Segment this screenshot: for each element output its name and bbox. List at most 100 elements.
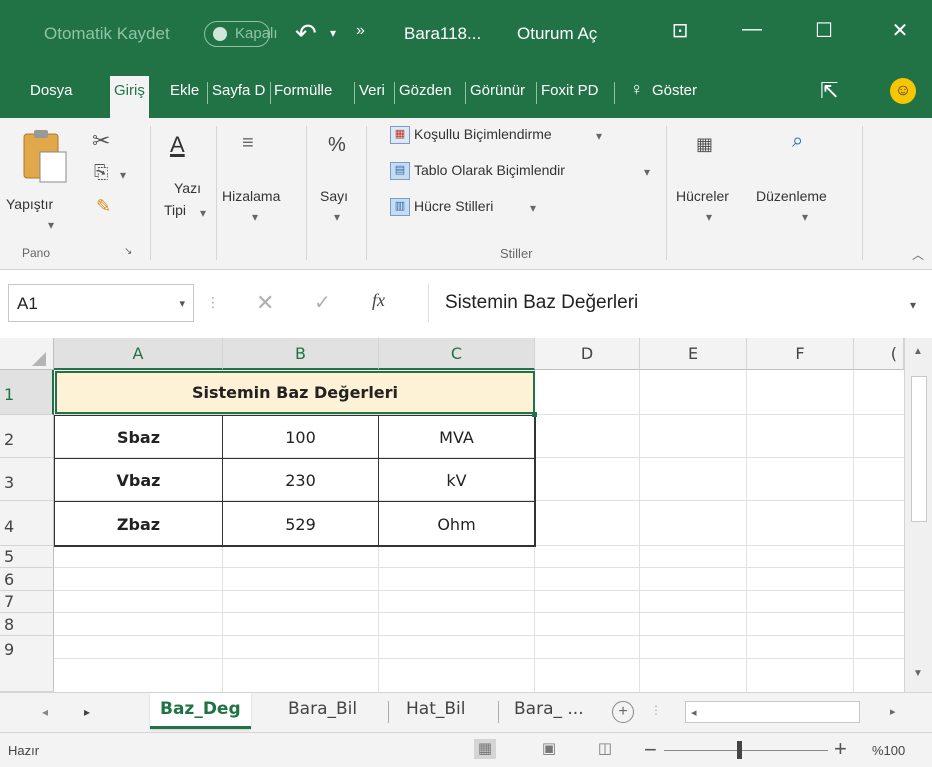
formula-bar-resize-handle[interactable]: ⋮ [206,294,220,311]
sheet-tab-bara-bil[interactable]: Bara_Bil [278,693,367,729]
feedback-smiley-icon[interactable]: ☺ [890,78,916,104]
zoom-slider-thumb[interactable] [737,741,742,759]
tab-dosya[interactable]: Dosya [30,82,73,99]
autosave-toggle[interactable]: Kapalı [204,21,278,47]
vertical-scrollbar[interactable]: ▲ ▼ [904,338,932,692]
merged-title-cell[interactable]: Sistemin Baz Değerleri [55,371,535,414]
zoom-level[interactable]: %100 [872,743,905,758]
tab-ekle[interactable]: Ekle [170,82,204,99]
fill-handle[interactable] [532,412,537,417]
sheet-tab-baz-deg[interactable]: Baz_Deg [150,693,251,729]
paste-dropdown-icon: ▾ [48,218,55,232]
column-header-b[interactable]: B [223,338,379,370]
sheet-separator [388,701,389,723]
format-painter-icon[interactable]: ✎ [96,196,111,217]
tab-formuller[interactable]: Formülle [274,82,352,99]
expand-formula-bar-icon[interactable]: ▾ [910,298,916,312]
row-header-3[interactable]: 3 [0,458,54,501]
row-header-1[interactable]: 1 [0,370,54,415]
confirm-entry-icon[interactable]: ✓ [314,290,331,315]
tab-split-handle[interactable]: ⋮ [650,703,662,717]
name-box-dropdown-icon[interactable]: ▾ [179,297,185,310]
conditional-formatting-icon: ▦ [390,126,410,144]
column-header-g[interactable]: ( [854,338,904,370]
row-header-5[interactable]: 5 [0,546,54,568]
copy-dropdown-icon[interactable]: ▾ [120,168,126,182]
cell-b3[interactable]: 230 [223,471,378,490]
table-border [54,415,536,416]
tab-giris[interactable]: Giriş [110,76,149,118]
column-header-e[interactable]: E [640,338,747,370]
row-header-9[interactable]: 9 [0,636,54,692]
copy-icon[interactable]: ⎘ [94,162,108,183]
collapse-ribbon-icon[interactable]: ︿ [912,246,924,263]
cell-c3[interactable]: kV [379,471,534,490]
tab-separator [270,82,271,104]
undo-icon[interactable]: ↶ [295,18,317,49]
gridline [746,370,747,692]
sheet-tab-bara-more[interactable]: Bara_ ... [504,693,594,729]
row-header-2[interactable]: 2 [0,415,54,458]
cell-a3[interactable]: Vbaz [55,471,222,490]
sheet-tab-hat-bil[interactable]: Hat_Bil [396,693,475,729]
scroll-right-icon[interactable]: ▸ [890,705,896,718]
cancel-entry-icon[interactable]: ✕ [256,290,274,316]
column-header-d[interactable]: D [535,338,640,370]
tab-separator [207,82,208,104]
cell-b2[interactable]: 100 [223,428,378,447]
autosave-label: Otomatik Kaydet [44,24,170,43]
scroll-down-icon[interactable]: ▼ [913,668,923,679]
tab-veri[interactable]: Veri [359,82,391,99]
tab-sayfa-duzeni[interactable]: Sayfa D [212,82,268,99]
cells-label: Hücreler [676,188,729,204]
cell-a4[interactable]: Zbaz [55,515,222,534]
column-header-f[interactable]: F [747,338,854,370]
formula-input[interactable]: Sistemin Baz Değerleri [428,284,898,322]
horizontal-scrollbar[interactable]: ◂ [685,701,860,723]
tab-gorunum[interactable]: Görünür [470,82,534,99]
select-all-corner[interactable] [0,338,54,370]
scroll-left-icon[interactable]: ◂ [691,706,697,719]
sheet-nav-prev-icon[interactable]: ◂ [42,705,48,719]
cell-b4[interactable]: 529 [223,515,378,534]
group-separator [366,126,367,260]
cell-a2[interactable]: Sbaz [55,428,222,447]
tab-gozden-gecir[interactable]: Gözden [399,82,463,99]
minimize-icon[interactable]: — [732,18,772,41]
row-header-8[interactable]: 8 [0,613,54,636]
maximize-icon[interactable]: ☐ [804,18,844,43]
sheet-nav-next-icon[interactable]: ▸ [84,705,90,719]
column-header-c[interactable]: C [379,338,535,370]
name-box[interactable]: A1 ▾ [8,284,194,322]
share-icon[interactable]: ⇱ [820,78,838,104]
format-as-table-icon: ▤ [390,162,410,180]
normal-view-icon[interactable]: ▦ [474,739,496,759]
quick-access-more-icon[interactable]: » [356,22,365,40]
ribbon-display-options-icon[interactable]: ⊡ [660,18,700,43]
cut-icon[interactable]: ✂ [92,128,110,154]
gridline [639,370,640,692]
zoom-slider[interactable] [664,750,828,751]
vertical-scroll-thumb[interactable] [911,376,927,522]
row-header-6[interactable]: 6 [0,568,54,591]
column-header-a[interactable]: A [54,338,223,370]
tell-me-search[interactable]: Göster [652,82,697,99]
zoom-out-icon[interactable]: − [644,737,657,763]
row-header-4[interactable]: 4 [0,501,54,546]
scroll-up-icon[interactable]: ▲ [913,346,923,357]
dialog-launcher-icon[interactable]: ↘ [124,246,132,257]
sign-in-link[interactable]: Oturum Aç [517,24,597,44]
zoom-in-icon[interactable]: + [834,736,847,762]
tab-foxit-pdf[interactable]: Foxit PD [541,82,611,99]
page-layout-view-icon[interactable]: ▣ [538,739,560,759]
page-break-view-icon[interactable]: ◫ [594,739,616,759]
close-icon[interactable]: ✕ [880,18,920,43]
row-header-7[interactable]: 7 [0,591,54,613]
cell-c2[interactable]: MVA [379,428,534,447]
insert-function-icon[interactable]: fx [372,290,385,311]
undo-dropdown-icon[interactable]: ▾ [330,26,336,40]
tab-separator [354,82,355,104]
cell-c4[interactable]: Ohm [379,515,534,534]
editing-label: Düzenleme [756,188,827,204]
add-sheet-icon[interactable]: + [612,701,634,723]
